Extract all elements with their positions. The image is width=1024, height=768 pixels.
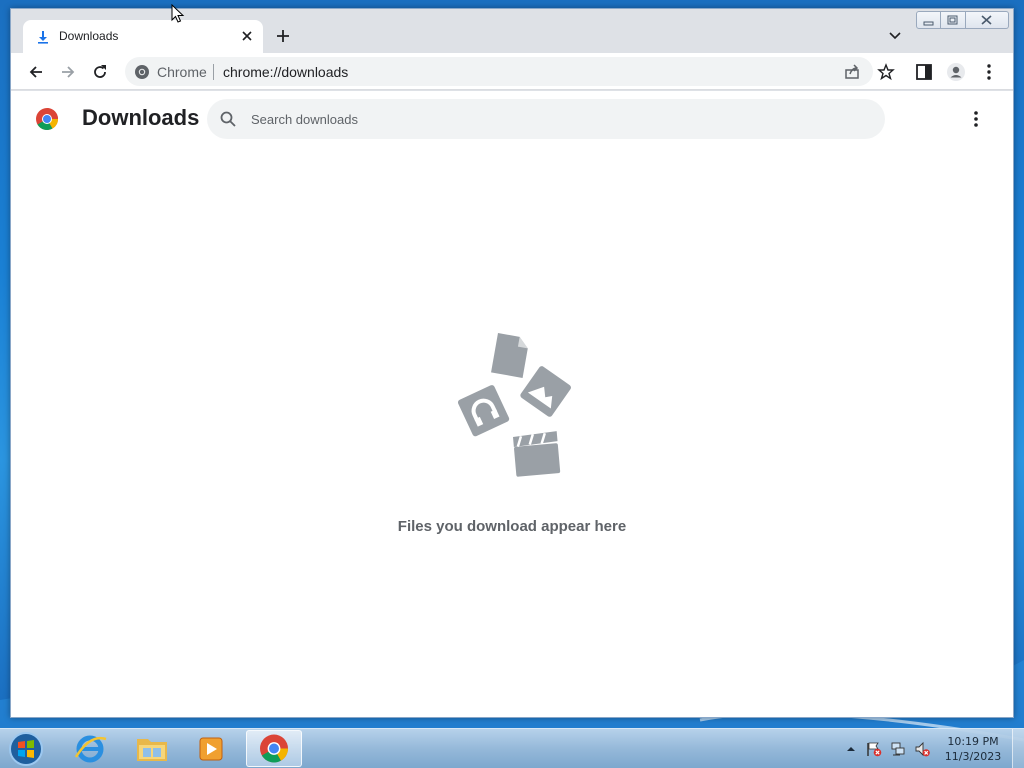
- page-content: Downloads Search downloads Files you dow…: [11, 91, 1013, 717]
- maximize-button[interactable]: [941, 11, 966, 29]
- audio-icon: [457, 385, 510, 437]
- clock-time: 10:19 PM: [947, 735, 999, 748]
- chrome-icon: [260, 734, 288, 763]
- minimize-button[interactable]: [916, 11, 941, 29]
- internet-explorer-icon: [74, 735, 107, 763]
- more-vert-icon[interactable]: [967, 109, 985, 129]
- start-button[interactable]: [6, 731, 46, 767]
- site-chip: Chrome: [157, 64, 207, 80]
- network-icon[interactable]: [890, 741, 906, 757]
- action-center-flag-icon[interactable]: [866, 741, 882, 757]
- chip-divider: [213, 64, 214, 80]
- image-icon: [520, 366, 571, 417]
- chrome-icon: [135, 65, 149, 79]
- bookmark-star-icon[interactable]: [877, 63, 895, 81]
- taskbar-internet-explorer[interactable]: [62, 730, 118, 767]
- search-downloads-box[interactable]: [207, 99, 885, 139]
- chevron-down-icon[interactable]: [887, 29, 903, 43]
- show-hidden-icons-arrow-icon[interactable]: [843, 741, 859, 757]
- search-icon: [220, 111, 236, 127]
- reload-icon[interactable]: [90, 62, 110, 82]
- forward-arrow-icon[interactable]: [58, 62, 78, 82]
- restore-icon: [947, 15, 958, 25]
- profile-avatar-icon[interactable]: [946, 62, 966, 82]
- empty-downloads-illustration: [457, 333, 571, 477]
- tab-title: Downloads: [59, 29, 119, 43]
- address-bar[interactable]: Chrome chrome://downloads: [125, 57, 895, 86]
- back-arrow-icon[interactable]: [26, 62, 46, 82]
- side-panel-icon[interactable]: [914, 62, 934, 82]
- chrome-logo-icon: [36, 108, 58, 130]
- taskbar-clock[interactable]: 10:19 PM 11/3/2023: [940, 734, 1006, 764]
- window-close-button[interactable]: [966, 11, 1009, 29]
- document-icon: [491, 333, 528, 378]
- share-icon[interactable]: [843, 63, 861, 81]
- page-title: Downloads: [82, 105, 200, 130]
- taskbar-file-explorer[interactable]: [124, 730, 180, 767]
- show-desktop-button[interactable]: [1012, 729, 1024, 768]
- minimize-icon: [923, 21, 934, 26]
- video-clapper-icon: [513, 431, 561, 477]
- window-caption-buttons: [916, 11, 1009, 29]
- mouse-cursor-icon: [171, 4, 185, 23]
- more-vert-icon[interactable]: [979, 62, 999, 82]
- taskbar: 10:19 PM 11/3/2023: [0, 728, 1024, 768]
- empty-state-message: Files you download appear here: [397, 518, 627, 535]
- new-tab-plus-icon[interactable]: [274, 27, 292, 45]
- taskbar-chrome[interactable]: [246, 730, 302, 767]
- media-player-icon: [199, 737, 223, 761]
- taskbar-media-player[interactable]: [184, 730, 240, 767]
- browser-toolbar: Chrome chrome://downloads: [11, 53, 1013, 90]
- tab-strip: Downloads: [11, 9, 1013, 53]
- clock-date: 11/3/2023: [944, 750, 1002, 763]
- download-icon: [38, 31, 48, 44]
- close-icon[interactable]: [239, 28, 255, 44]
- chrome-window: Downloads Chrome chrome://downloads Down…: [10, 8, 1014, 718]
- folder-icon: [137, 739, 167, 761]
- search-input[interactable]: [251, 99, 871, 139]
- tab-downloads[interactable]: Downloads: [23, 20, 263, 53]
- volume-muted-icon[interactable]: [914, 741, 930, 757]
- url-text[interactable]: chrome://downloads: [223, 64, 348, 80]
- close-icon: [981, 15, 992, 25]
